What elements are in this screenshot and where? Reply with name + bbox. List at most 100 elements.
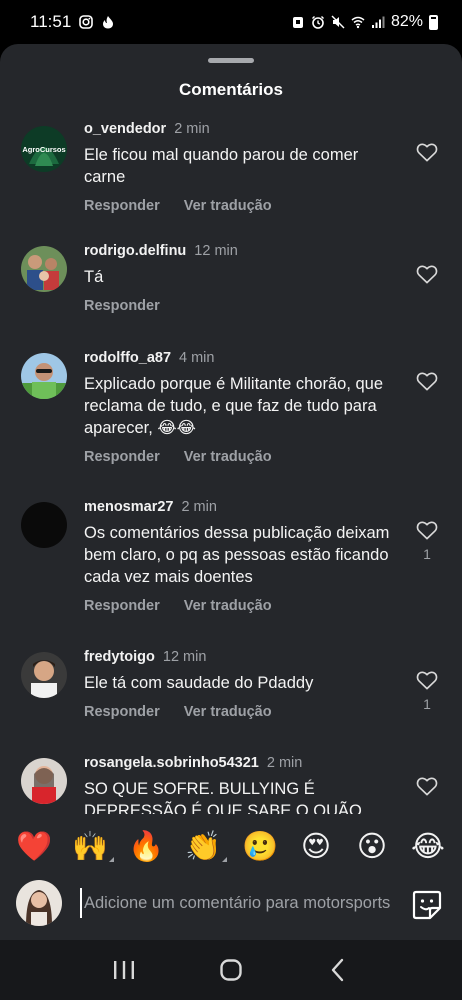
- see-translation-button[interactable]: Ver tradução: [184, 598, 272, 614]
- comment-body: rodrigo.delfinu 12 min Tá Responder: [84, 242, 394, 314]
- emoji-red-heart[interactable]: ❤️: [16, 828, 52, 864]
- avatar-photo: [21, 758, 67, 804]
- emoji-variants-indicator: [222, 857, 227, 862]
- comment-text: SO QUE SOFRE. BULLYING É DEPRESSÃO É QUE…: [84, 780, 362, 814]
- like-count: 1: [423, 546, 431, 562]
- back-button[interactable]: [318, 950, 358, 990]
- comment-time: 12 min: [194, 243, 238, 259]
- heart-outline-icon: [416, 671, 438, 690]
- avatar-photo: [21, 502, 67, 548]
- comment-actions: Responder Ver tradução: [84, 198, 394, 214]
- reply-button[interactable]: Responder: [84, 298, 160, 314]
- battery-icon: [429, 14, 438, 30]
- like-button[interactable]: [414, 371, 440, 397]
- battery-percentage: 82%: [390, 13, 423, 30]
- avatar[interactable]: [21, 652, 67, 698]
- comment-actions: Responder: [84, 298, 394, 314]
- heart-outline-icon: [416, 265, 438, 284]
- alarm-icon: [311, 16, 324, 29]
- emoji-quick-reactions: ❤️ 🙌 🔥 👏 🥲 😍 😮 😂: [0, 820, 462, 870]
- status-time: 11:51: [30, 12, 72, 31]
- status-left: 11:51: [30, 12, 115, 32]
- comments-sheet: Comentários AgroCursos o_vendedor 2 min E…: [0, 44, 462, 940]
- avatar-photo: [21, 652, 67, 698]
- comment-composer: [0, 870, 462, 940]
- emoji-variants-indicator: [109, 857, 114, 862]
- comment-body: menosmar27 2 min Os comentários dessa pub…: [84, 498, 394, 614]
- comment-time: 2 min: [266, 755, 303, 771]
- see-translation-button[interactable]: Ver tradução: [184, 449, 272, 465]
- reply-button[interactable]: Responder: [84, 598, 160, 614]
- like-button[interactable]: [414, 776, 440, 802]
- avatar-photo: [21, 246, 67, 292]
- comment-body: rosangela.sobrinho54321 2 min SO QUE SOFR…: [84, 754, 394, 814]
- like-button[interactable]: 1: [414, 520, 440, 562]
- emoji-fire[interactable]: 🔥: [128, 828, 164, 864]
- comments-list[interactable]: AgroCursos o_vendedor 2 min Ele ficou mal…: [0, 114, 462, 814]
- drag-handle[interactable]: [208, 58, 254, 63]
- back-icon: [332, 958, 344, 982]
- avatar-logo-text: AgroCursos: [22, 145, 65, 154]
- status-bar: 11:51 82%: [0, 0, 462, 44]
- comment-actions: Responder Ver tradução: [84, 598, 394, 614]
- comment-username[interactable]: o_vendedor: [84, 121, 166, 137]
- security-status-icon: [292, 17, 303, 28]
- emoji-laughing-tears[interactable]: 😂: [410, 828, 446, 864]
- avatar[interactable]: [21, 353, 67, 399]
- agrocursos-logo: AgroCursos: [21, 126, 67, 172]
- emoji-heart-eyes[interactable]: 😍: [298, 828, 334, 864]
- avatar[interactable]: [21, 246, 67, 292]
- avatar[interactable]: [21, 758, 67, 804]
- see-translation-button[interactable]: Ver tradução: [184, 198, 272, 214]
- comment-time: 12 min: [162, 649, 207, 665]
- emoji-raising-hands[interactable]: 🙌: [72, 828, 114, 864]
- like-button[interactable]: [414, 142, 440, 168]
- instagram-notification-icon: [79, 15, 94, 29]
- signal-icon: [371, 16, 385, 28]
- emoji-face-holding-back-tears[interactable]: 🥲: [242, 828, 278, 864]
- avatar-photo: [21, 353, 67, 399]
- comment-username[interactable]: rodolffo_a87: [84, 350, 171, 366]
- see-translation-button[interactable]: Ver tradução: [184, 704, 272, 720]
- home-icon: [220, 959, 242, 981]
- mute-icon: [331, 15, 345, 29]
- avatar[interactable]: AgroCursos: [21, 126, 67, 172]
- home-button[interactable]: [211, 950, 251, 990]
- emoji-surprised[interactable]: 😮: [354, 828, 390, 864]
- comment-text: Ele ficou mal quando parou de comer carn…: [84, 146, 359, 186]
- comment-time: 2 min: [174, 121, 210, 137]
- comment-actions: Responder Ver tradução: [84, 704, 394, 720]
- recent-apps-icon: [113, 961, 134, 979]
- comment-time: 2 min: [181, 499, 217, 515]
- avatar[interactable]: [21, 502, 67, 548]
- reply-button[interactable]: Responder: [84, 198, 160, 214]
- sticker-icon: [412, 890, 442, 920]
- heart-outline-icon: [416, 143, 438, 162]
- heart-outline-icon: [416, 777, 438, 796]
- comment-username[interactable]: rodrigo.delfinu: [84, 243, 186, 259]
- comment-actions: Responder Ver tradução: [84, 449, 394, 465]
- wifi-icon: [351, 16, 365, 29]
- emoji-clapping-hands[interactable]: 👏: [185, 828, 227, 864]
- heart-outline-icon: [416, 372, 438, 391]
- reply-button[interactable]: Responder: [84, 449, 160, 465]
- comment-body: o_vendedor 2 min Ele ficou mal quando par…: [84, 120, 394, 214]
- current-user-avatar: [16, 880, 62, 926]
- comment-text: Explicado porque é Militante chorão, que…: [84, 375, 384, 437]
- comment-body: rodolffo_a87 4 min Explicado porque é Mil…: [84, 349, 394, 465]
- sticker-button[interactable]: [410, 888, 444, 922]
- system-navigation-bar: [0, 940, 462, 1000]
- comment-username[interactable]: rosangela.sobrinho54321: [84, 755, 259, 771]
- comment-body: fredytoigo 12 min Ele tá com saudade do P…: [84, 648, 394, 720]
- like-count: 1: [423, 696, 431, 712]
- comment-input[interactable]: [80, 888, 396, 918]
- reply-button[interactable]: Responder: [84, 704, 160, 720]
- status-right: 82%: [291, 13, 438, 31]
- comment-text: Ele tá com saudade do Pdaddy: [84, 674, 314, 692]
- like-button[interactable]: 1: [414, 670, 440, 712]
- recent-apps-button[interactable]: [104, 950, 144, 990]
- comment-username[interactable]: menosmar27: [84, 499, 173, 515]
- tinder-notification-icon: [103, 16, 114, 29]
- comment-username[interactable]: fredytoigo: [84, 649, 155, 665]
- like-button[interactable]: [414, 264, 440, 290]
